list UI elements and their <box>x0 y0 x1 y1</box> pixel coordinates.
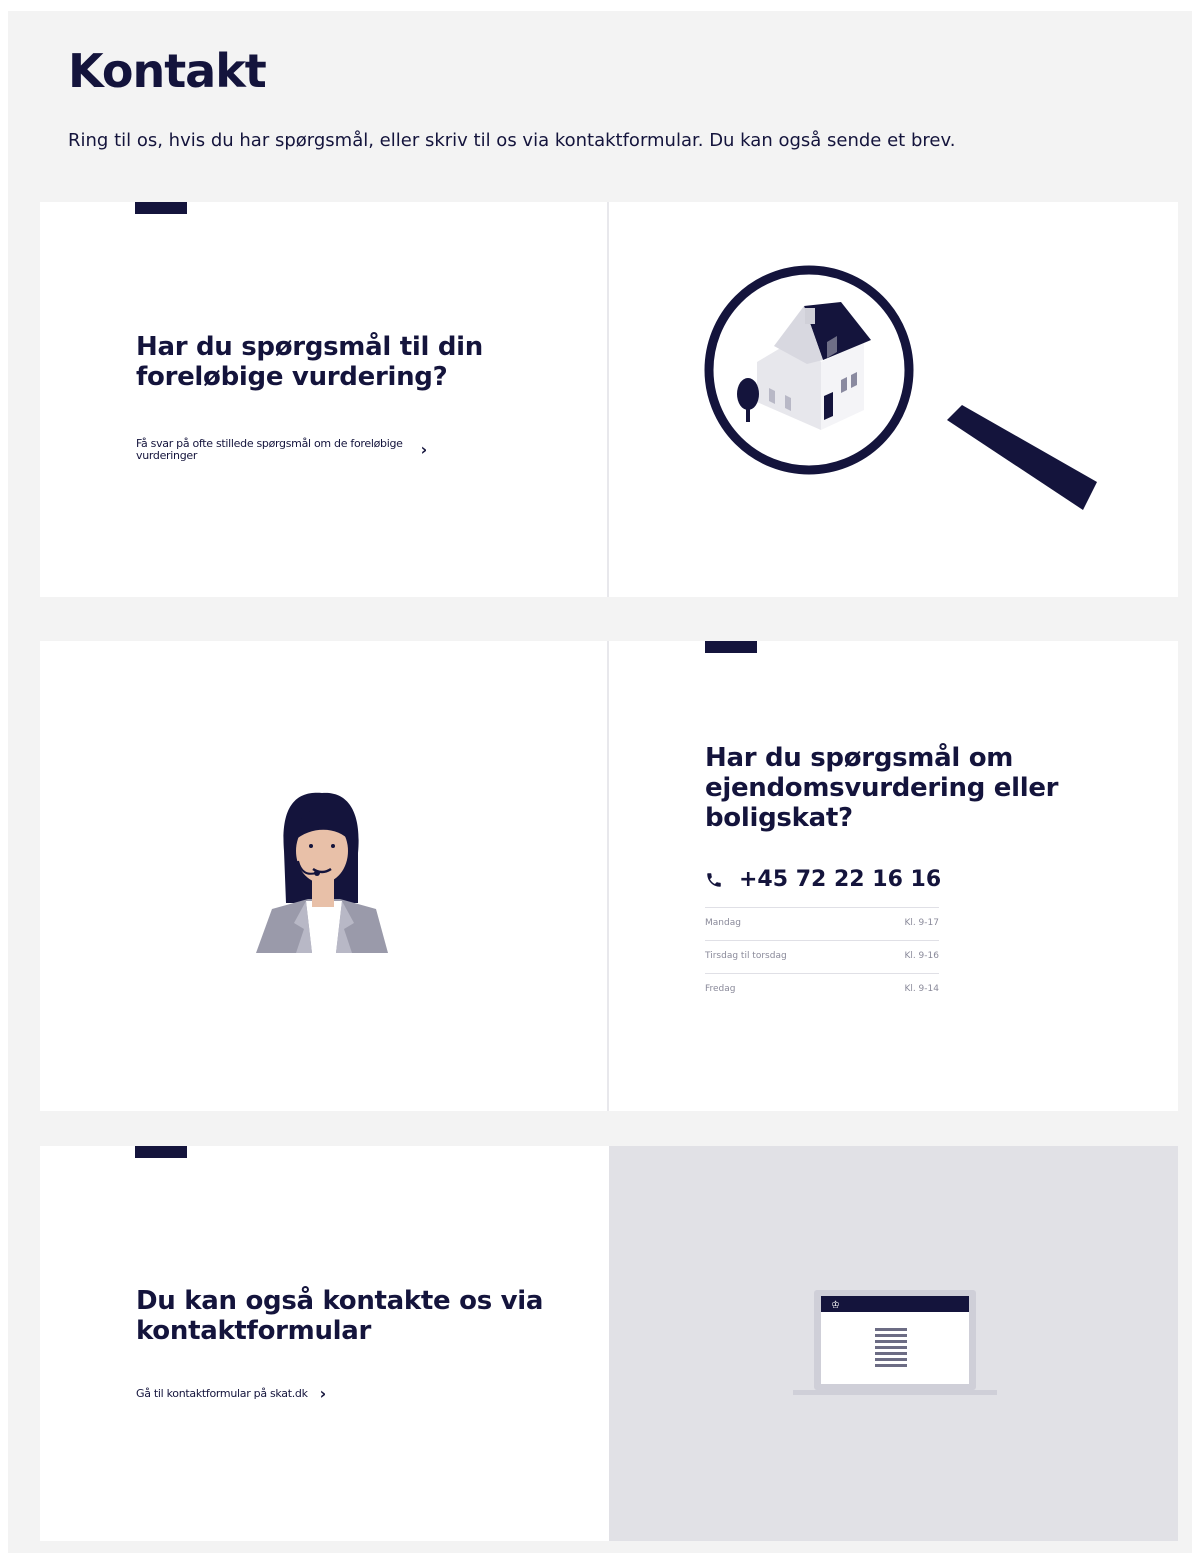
headset-mic-tip <box>314 870 320 876</box>
agent-shirt <box>306 901 342 953</box>
faq-link[interactable]: Få svar på ofte stillede spørgsmål om de… <box>136 438 427 462</box>
card2-illustration-panel <box>40 641 609 1111</box>
card-contact-form: Du kan også kontakte os via kontaktformu… <box>40 1146 1178 1541</box>
card2-heading-line3: boligskat? <box>705 803 853 833</box>
card3-text-panel: Du kan også kontakte os via kontaktformu… <box>40 1146 609 1541</box>
hours-time: Kl. 9-17 <box>869 907 939 941</box>
card1-heading-line1: Har du spørgsmål til din <box>136 332 483 362</box>
hours-time: Kl. 9-16 <box>869 940 939 974</box>
card1-heading-line2: foreløbige vurdering? <box>136 362 448 392</box>
magnifier-handle <box>947 405 1097 510</box>
faq-link-line2: vurderinger <box>136 449 198 462</box>
card1-illustration-panel <box>609 202 1178 597</box>
hours-day: Tirsdag til torsdag <box>705 940 870 974</box>
tree-trunk <box>746 406 750 422</box>
card2-heading-line2: ejendomsvurdering eller <box>705 773 1059 803</box>
card3-heading: Du kan også kontakte os via kontaktformu… <box>136 1286 543 1346</box>
phone-row: +45 72 22 16 16 <box>705 867 941 892</box>
page-title: Kontakt <box>68 44 267 98</box>
card1-text-panel: Har du spørgsmål til din foreløbige vurd… <box>40 202 609 597</box>
chevron-right-icon: › <box>420 440 428 459</box>
phone-icon <box>707 872 721 887</box>
magnifier-house-illustration <box>704 265 1097 510</box>
card2-text-panel: Har du spørgsmål om ejendomsvurdering el… <box>609 641 1178 1111</box>
agent-eye <box>331 844 335 848</box>
contact-form-link-text: Gå til kontaktformular på skat.dk <box>136 1387 308 1400</box>
opening-hours-table: Mandag Kl. 9-17 Tirsdag til torsdag Kl. … <box>705 907 939 1006</box>
intro-text: Ring til os, hvis du har spørgsmål, elle… <box>68 130 956 151</box>
hours-time: Kl. 9-14 <box>869 973 939 1006</box>
card-phone-contact: Har du spørgsmål om ejendomsvurdering el… <box>40 641 1178 1111</box>
laptop-screen-header <box>821 1296 969 1312</box>
table-row: Mandag Kl. 9-17 <box>705 907 939 941</box>
house-door <box>824 392 833 420</box>
accent-bar <box>705 641 757 653</box>
tree-canopy <box>737 378 759 410</box>
accent-bar <box>135 1146 187 1158</box>
chevron-right-icon: › <box>319 1384 327 1403</box>
laptop-base <box>793 1390 997 1395</box>
card-preliminary-valuation: Har du spørgsmål til din foreløbige vurd… <box>40 202 1178 597</box>
hours-day: Fredag <box>705 973 870 1006</box>
agent-eye <box>309 844 313 848</box>
card3-illustration-panel: ♔ <box>609 1146 1178 1541</box>
table-row: Fredag Kl. 9-14 <box>705 973 939 1006</box>
accent-bar <box>135 202 187 214</box>
chimney <box>805 308 815 324</box>
table-row: Tirsdag til torsdag Kl. 9-16 <box>705 940 939 974</box>
phone-number-link[interactable]: +45 72 22 16 16 <box>739 867 941 892</box>
contact-form-link[interactable]: Gå til kontaktformular på skat.dk › <box>136 1384 327 1403</box>
card1-heading: Har du spørgsmål til din foreløbige vurd… <box>136 332 483 392</box>
card2-heading: Har du spørgsmål om ejendomsvurdering el… <box>705 743 1058 833</box>
hours-day: Mandag <box>705 907 870 941</box>
faq-link-text: Få svar på ofte stillede spørgsmål om de… <box>136 438 403 462</box>
customer-service-agent-illustration <box>256 792 388 953</box>
card3-heading-line2: kontaktformular <box>136 1316 372 1346</box>
card3-heading-line1: Du kan også kontakte os via <box>136 1286 544 1316</box>
card2-heading-line1: Har du spørgsmål om <box>705 743 1014 773</box>
laptop-form-illustration: ♔ <box>793 1290 997 1395</box>
crown-icon: ♔ <box>831 1300 840 1311</box>
